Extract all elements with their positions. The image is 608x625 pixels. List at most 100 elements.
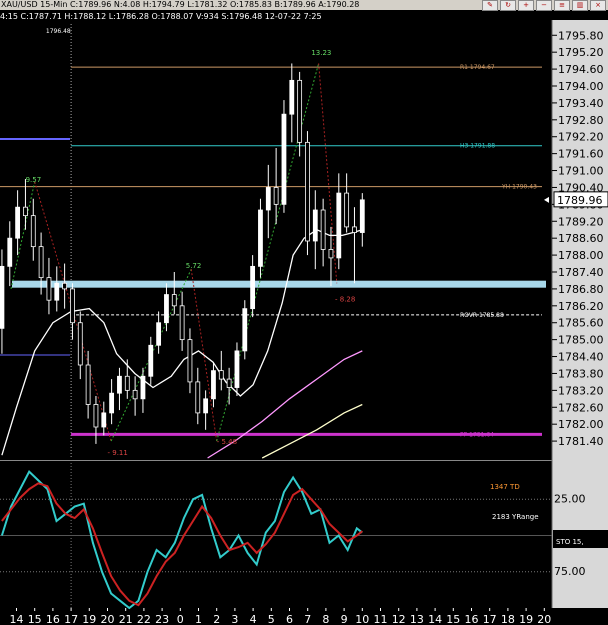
zigzag-segment <box>216 63 320 442</box>
price-tick-label: 1786.80 <box>558 283 604 296</box>
price-tick-label: 1795.80 <box>558 29 604 42</box>
time-tick-label: 16 <box>465 613 479 625</box>
time-tick-label: 11 <box>374 613 388 625</box>
time-tick-label: 14 <box>428 613 442 625</box>
candle-body <box>77 322 83 366</box>
candle-body <box>320 209 326 250</box>
stoch-tick-label: 25.00 <box>554 492 586 505</box>
time-tick-label: 19 <box>519 613 533 625</box>
price-tick-label: 1783.80 <box>558 367 604 380</box>
candle-body <box>109 392 115 414</box>
candle-body <box>164 294 169 324</box>
candle-body <box>140 375 146 400</box>
time-tick-label: 15 <box>28 613 42 625</box>
time-tick-label: 12 <box>392 613 406 625</box>
yrange-label: 2183 YRange <box>492 513 539 521</box>
price-tick-label: 1792.20 <box>558 131 604 144</box>
time-tick-label: 3 <box>231 613 238 625</box>
time-tick-label: 1 <box>195 613 202 625</box>
time-tick-label: 16 <box>46 613 60 625</box>
level-label-rovr: ROVR 1785.88 <box>460 312 504 319</box>
price-tick-label: 1781.40 <box>558 435 604 448</box>
price-tick-label: 1783.20 <box>558 384 604 397</box>
time-tick-label: 18 <box>501 613 515 625</box>
swing-label: 13.23 <box>311 49 331 57</box>
time-tick-label: 13 <box>410 613 424 625</box>
time-tick-label: 6 <box>286 613 293 625</box>
candle-body <box>242 308 248 352</box>
price-chart[interactable]: 1795.80 1795.20 1794.60 1794.00 1793.40 1792.… <box>0 0 608 625</box>
candle-body <box>70 288 75 324</box>
swing-label: - 8.28 <box>335 296 355 304</box>
candle-body <box>15 206 21 239</box>
candle-body <box>124 375 130 391</box>
time-tick-label: 21 <box>119 613 133 625</box>
candle-body <box>54 282 60 301</box>
time-tick-label: 5 <box>268 613 275 625</box>
candle-body <box>171 294 177 307</box>
level-label-h3: H3 1791.88 <box>460 143 495 150</box>
zigzag-segment <box>318 63 338 284</box>
candle-body <box>179 305 185 341</box>
swing-label: - 5.48 <box>217 438 237 446</box>
level-label-yh: YH 1790.43 <box>501 184 537 191</box>
candle-body <box>211 370 216 400</box>
time-tick-label: 10 <box>355 613 369 625</box>
candle-body <box>30 215 36 248</box>
last-price-arrow <box>544 196 549 203</box>
candle-body <box>46 277 52 301</box>
support-band <box>12 280 546 288</box>
price-tick-label: 1792.80 <box>558 114 604 127</box>
candle-body <box>0 265 5 329</box>
candle-body <box>195 381 201 414</box>
time-tick-label: 22 <box>137 613 151 625</box>
moving-average-slow <box>261 403 363 459</box>
price-tick-label: 1794.60 <box>558 63 604 76</box>
price-tick-label: 1782.00 <box>558 418 604 431</box>
candle-body <box>148 344 154 377</box>
candle-body <box>336 192 342 259</box>
candle-body <box>344 192 350 228</box>
time-tick-label: 15 <box>446 613 460 625</box>
candle-body <box>7 237 13 267</box>
candle-body <box>226 378 232 388</box>
swing-label: 5.72 <box>186 262 202 270</box>
candle-body <box>250 265 256 310</box>
time-tick-label: 0 <box>177 613 184 625</box>
candle-body <box>117 375 122 394</box>
swing-label: - 9.11 <box>108 449 128 457</box>
price-tick-label: 1793.40 <box>558 97 604 110</box>
time-tick-label: 20 <box>101 613 115 625</box>
price-tick-label: 1794.00 <box>558 80 604 93</box>
time-tick-label: 20 <box>537 613 551 625</box>
candle-body <box>38 246 44 279</box>
time-tick-label: 8 <box>322 613 329 625</box>
price-tick-label: 1789.20 <box>558 215 604 228</box>
swing-label: 9.57 <box>26 176 42 184</box>
price-tick-label: 1785.60 <box>558 317 604 330</box>
candle-body <box>359 199 365 233</box>
price-tick-label: 1788.60 <box>558 232 604 245</box>
candle-body <box>23 206 28 217</box>
candle-body <box>305 141 310 242</box>
previous-high-label: 1796.48 <box>46 28 71 35</box>
time-tick-label: 14 <box>10 613 24 625</box>
candle-body <box>258 209 263 267</box>
candle-body <box>273 187 279 205</box>
candle-body <box>312 209 318 242</box>
time-tick-label: 9 <box>341 613 348 625</box>
candle-body <box>187 339 193 383</box>
candle-body <box>289 79 295 115</box>
candle-body <box>85 364 91 405</box>
candle-body <box>93 404 99 428</box>
candle-body <box>352 226 357 233</box>
last-price-label: 1789.96 <box>557 194 603 207</box>
candle-body <box>234 350 240 388</box>
stoch-line-pct-d <box>1 482 363 607</box>
candle-body <box>297 79 303 143</box>
price-tick-label: 1782.60 <box>558 401 604 414</box>
time-tick-label: 7 <box>304 613 311 625</box>
price-tick-label: 1785.00 <box>558 334 604 347</box>
candle-body <box>203 398 209 414</box>
price-tick-label: 1795.20 <box>558 46 604 59</box>
